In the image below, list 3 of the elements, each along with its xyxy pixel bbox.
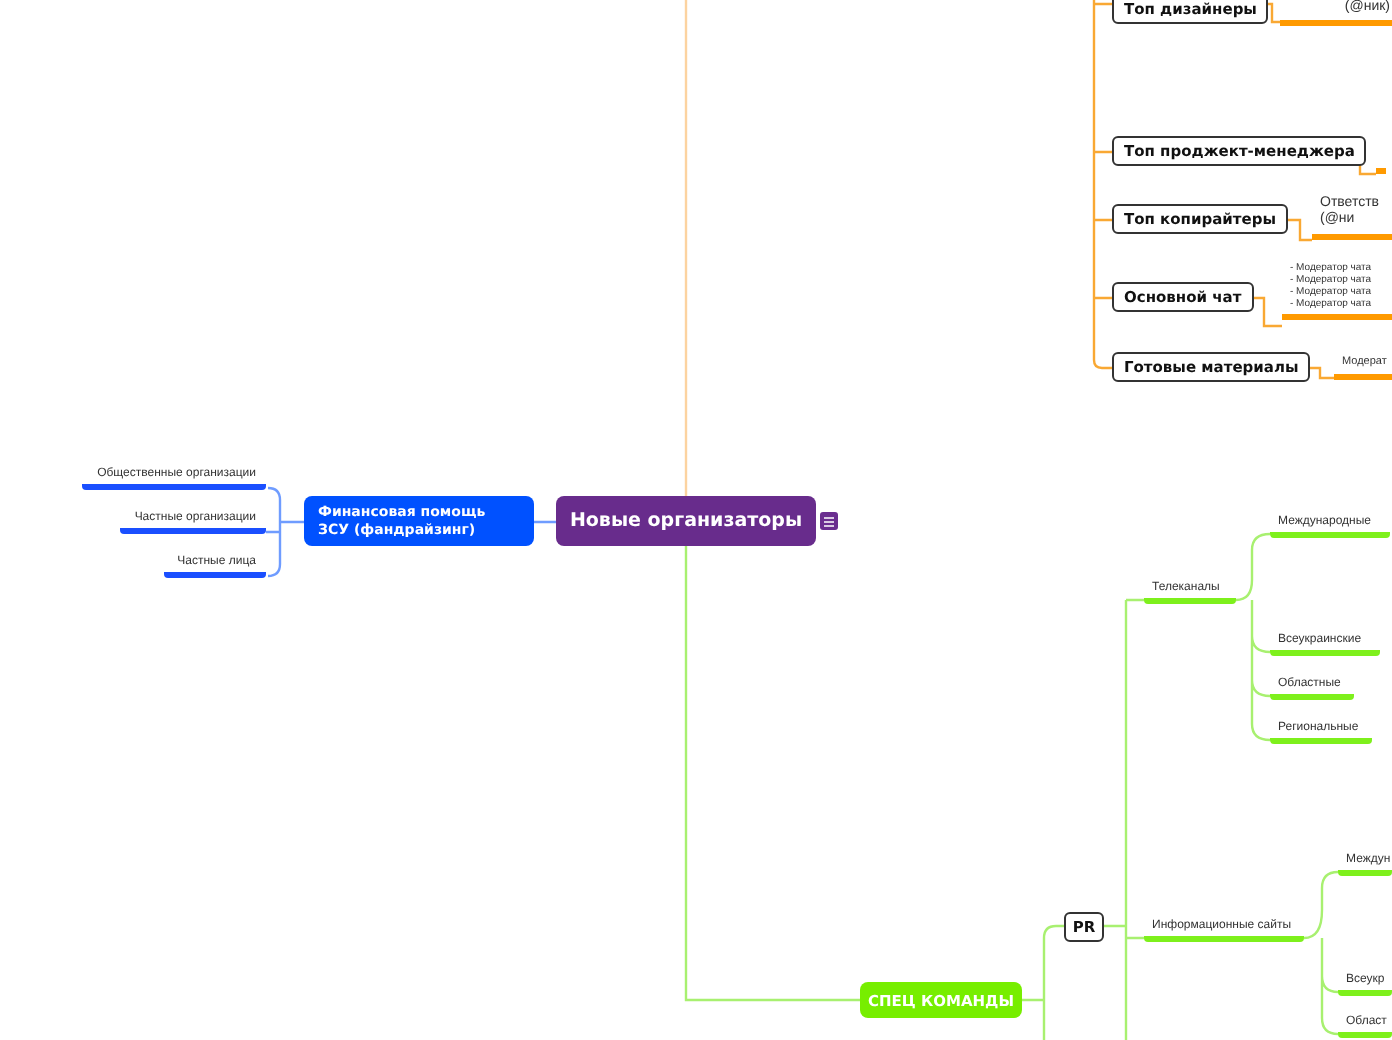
central-topic[interactable]: Новые организаторы xyxy=(556,496,816,546)
subtopic-underline xyxy=(1376,164,1386,174)
note-icon[interactable] xyxy=(820,512,838,530)
